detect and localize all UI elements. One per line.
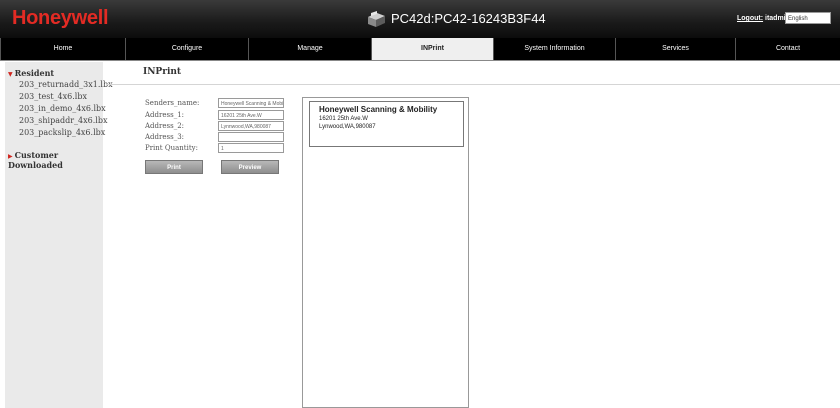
logout-link[interactable]: Logout: [737,15,763,22]
tab-manage[interactable]: Manage [248,38,371,60]
print-button[interactable]: Print [145,160,203,174]
address-1-input[interactable]: 16201 25th Ave.W [218,110,284,120]
printer-icon [368,11,385,27]
sidebar-file-item[interactable]: 203_packslip_4x6.lbx [19,128,105,137]
honeywell-logo: Honeywell [12,7,109,29]
sidebar: ▼ Resident 203_returnadd_3x1.lbx 203_test… [5,62,113,408]
address-3-label: Address_3: [145,133,185,141]
tab-configure[interactable]: Configure [125,38,248,60]
address-3-input[interactable] [218,132,284,142]
sidebar-customer-folder[interactable]: ▶ Customer Downloaded [8,150,103,170]
print-quantity-label: Print Quantity: [145,144,198,152]
sidebar-file-item[interactable]: 203_shipaddr_4x6.lbx [19,116,107,125]
header-bar: Honeywell PC42d:PC42-16243B3F44 Logout: … [0,0,840,38]
label-preview: Honeywell Scanning & Mobility 16201 25th… [309,101,464,147]
triangle-down-icon: ▼ [8,71,13,78]
preview-line-2: 16201 25th Ave.W [319,116,368,122]
preview-line-1: Honeywell Scanning & Mobility [319,105,438,114]
preview-line-3: Lynwood,WA,980087 [319,124,376,130]
tab-home[interactable]: Home [0,38,125,60]
print-quantity-input[interactable]: 1 [218,143,284,153]
main-nav: Home Configure Manage INPrint System Inf… [0,38,840,61]
senders-name-input[interactable]: Honeywell Scanning & Mobility [218,98,284,108]
resident-label: Resident [14,68,55,78]
sidebar-resident-folder[interactable]: ▼ Resident [8,68,54,78]
preview-button[interactable]: Preview [221,160,279,174]
tab-services[interactable]: Services [615,38,735,60]
customer-label: Customer Downloaded [8,150,63,170]
address-2-label: Address_2: [145,122,185,130]
address-1-label: Address_1: [145,111,185,119]
page-title: INPrint [143,67,182,77]
sidebar-file-item[interactable]: 203_test_4x6.lbx [19,92,87,101]
tab-inprint[interactable]: INPrint [371,38,493,60]
logout-area: Logout: itadmin [737,15,790,22]
sidebar-file-item[interactable]: 203_in_demo_4x6.lbx [19,104,106,113]
triangle-right-icon: ▶ [8,153,13,160]
sidebar-file-item[interactable]: 203_returnadd_3x1.lbx [19,80,113,89]
senders-name-label: Senders_name: [145,99,200,107]
device-title: PC42d:PC42-16243B3F44 [391,11,546,26]
language-select[interactable]: English [785,12,831,24]
address-2-input[interactable]: Lynnwood,WA,980087 [218,121,284,131]
tab-contact[interactable]: Contact [735,38,840,60]
title-divider [106,84,840,85]
tab-system-information[interactable]: System Information [493,38,615,60]
